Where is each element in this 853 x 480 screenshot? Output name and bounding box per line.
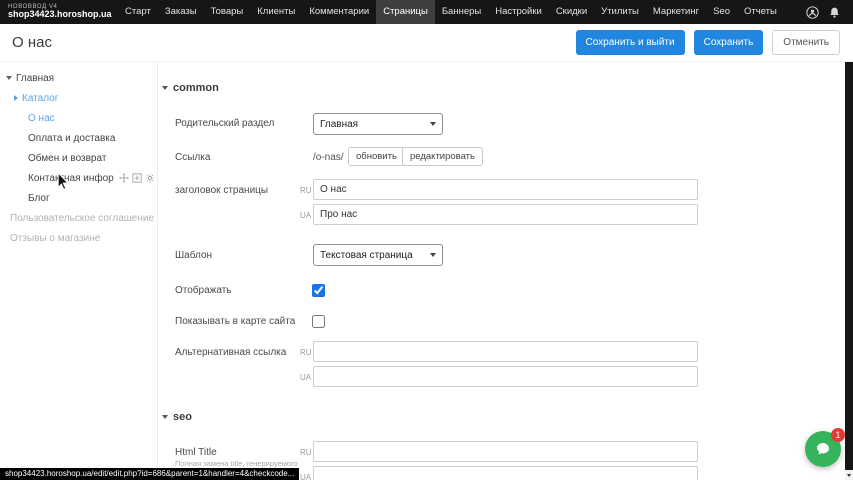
alt-link-label: Альтернативная ссылка [175,347,286,358]
lang-ua-tag: UA [300,473,311,480]
logo[interactable]: НОВОВВОД V4 shop34423.horoshop.ua [0,4,118,20]
template-label: Шаблон [175,250,212,261]
nav-item-start[interactable]: Старт [118,0,158,24]
parent-section-label: Родительский раздел [175,118,274,129]
main-nav: Старт Заказы Товары Клиенты Комментарии … [118,0,784,24]
page-title: О нас [0,34,52,51]
link-label: Ссылка [175,152,210,163]
page-title-label: заголовок страницы [175,185,268,196]
move-icon[interactable] [119,173,129,183]
link-value: /o-nas/ [313,152,344,163]
expand-arrow-icon[interactable] [14,95,18,101]
nav-item-reports[interactable]: Отчеты [737,0,784,24]
cancel-button[interactable]: Отменить [772,30,840,55]
lang-ru-tag: RU [300,348,312,357]
save-and-exit-button[interactable]: Сохранить и выйти [576,30,685,55]
page-header: О нас Сохранить и выйти Сохранить Отмени… [0,24,853,62]
lang-ru-tag: RU [300,186,312,195]
gear-icon[interactable] [145,173,155,183]
html-title-note: Полная замена title, генерируемого [175,459,310,468]
nav-item-marketing[interactable]: Маркетинг [646,0,706,24]
lang-ru-tag: RU [300,448,312,457]
topbar-icons [806,6,853,19]
sidebar-divider [157,62,158,480]
html-title-ua-input[interactable] [313,466,698,480]
lang-ua-tag: UA [300,211,311,220]
template-select[interactable]: Текстовая страница [313,244,443,266]
collapse-arrow-icon[interactable] [6,76,12,80]
sitemap-label: Показывать в карте сайта [175,316,295,327]
nav-item-pages[interactable]: Страницы [376,0,435,24]
section-seo[interactable]: seo [162,411,192,423]
sitemap-checkbox[interactable] [312,315,325,328]
scrollbar-down-button[interactable] [845,470,853,480]
html-title-ru-input[interactable] [313,441,698,462]
notifications-bell-icon[interactable] [828,6,841,19]
sidebar-item-kontaktnaya-informatsiya[interactable]: Контактная инфор [0,168,157,188]
parent-section-select[interactable]: Главная [313,113,443,135]
section-collapse-icon [162,415,168,419]
logo-domain: shop34423.horoshop.ua [8,10,118,19]
alt-link-ua-input[interactable] [313,366,698,387]
status-url-bar: shop34423.horoshop.ua/edit/edit.php?id=6… [0,468,299,480]
sidebar-item-obmen-i-vozvrat[interactable]: Обмен и возврат [0,148,157,168]
nav-item-products[interactable]: Товары [204,0,251,24]
save-button[interactable]: Сохранить [694,30,764,55]
sidebar-item-otzyvy-o-magazine[interactable]: Отзывы о магазине [0,228,157,248]
select-arrow-icon [430,122,436,126]
chat-unread-badge: 1 [831,428,845,442]
add-page-icon[interactable] [132,173,142,183]
page-title-ru-input[interactable] [313,179,698,200]
section-common[interactable]: common [162,82,219,94]
nav-item-settings[interactable]: Настройки [488,0,549,24]
sidebar-item-polzovatelskoe-soglashenie[interactable]: Пользовательское соглашение [0,208,157,228]
sidebar-item-blog[interactable]: Блог [0,188,157,208]
sidebar-item-glavnaya[interactable]: Главная [0,68,157,88]
app-window: НОВОВВОД V4 shop34423.horoshop.ua Старт … [0,0,853,480]
top-bar: НОВОВВОД V4 shop34423.horoshop.ua Старт … [0,0,853,24]
pages-tree-sidebar: Главная Каталог О нас Оплата и доставка … [0,62,157,480]
nav-item-utilities[interactable]: Утилиты [594,0,646,24]
display-checkbox[interactable] [312,284,325,297]
header-buttons: Сохранить и выйти Сохранить Отменить [576,30,853,55]
nav-item-orders[interactable]: Заказы [158,0,204,24]
nav-item-clients[interactable]: Клиенты [250,0,302,24]
account-icon[interactable] [806,6,819,19]
link-edit-button[interactable]: редактировать [402,147,483,166]
nav-item-banners[interactable]: Баннеры [435,0,488,24]
nav-item-discounts[interactable]: Скидки [549,0,594,24]
select-arrow-icon [430,253,436,257]
page-title-ua-input[interactable] [313,204,698,225]
display-label: Отображать [175,285,231,296]
nav-item-seo[interactable]: Seo [706,0,737,24]
nav-item-comments[interactable]: Комментарии [302,0,376,24]
section-collapse-icon [162,86,168,90]
sidebar-item-katalog[interactable]: Каталог [0,88,157,108]
sidebar-item-oplata-i-dostavka[interactable]: Оплата и доставка [0,128,157,148]
tree-item-actions [119,173,157,183]
lang-ua-tag: UA [300,373,311,382]
html-title-label: Html Title [175,447,217,458]
chat-icon [814,440,832,458]
alt-link-ru-input[interactable] [313,341,698,362]
link-update-button[interactable]: обновить [348,147,405,166]
vertical-scrollbar[interactable] [845,62,853,480]
sidebar-item-o-nas[interactable]: О нас [0,108,157,128]
